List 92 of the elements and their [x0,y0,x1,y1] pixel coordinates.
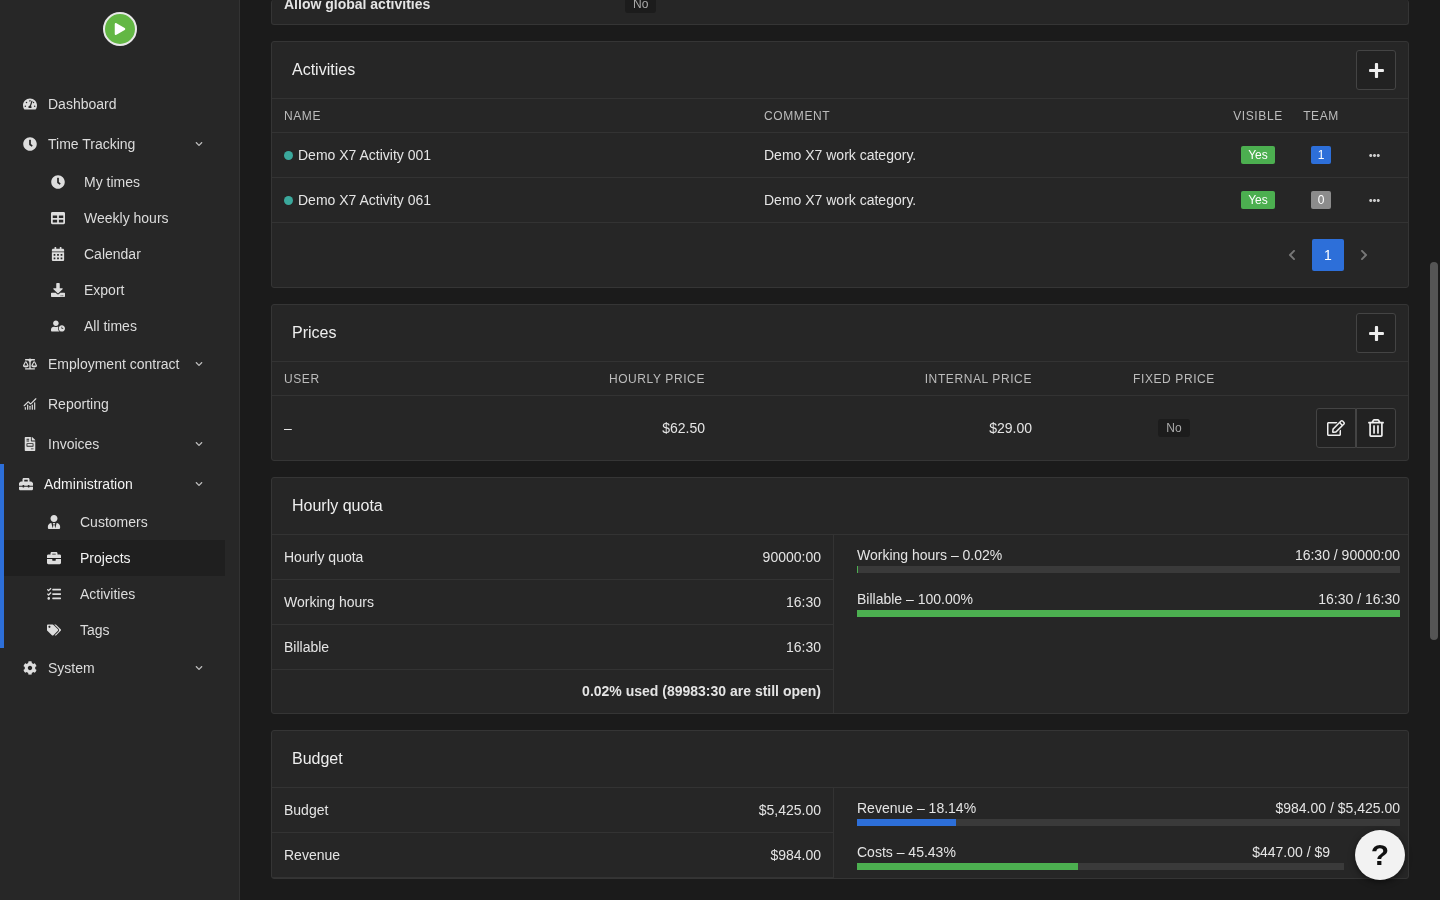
plus-icon [1367,61,1385,79]
bar-label: Costs – 45.43% [857,844,956,860]
sidebar-item[interactable]: Export [8,272,225,308]
row-label: Budget [284,802,329,818]
team-count-badge: 0 [1310,191,1332,209]
tags-icon [46,623,62,637]
team-count-badge: 1 [1310,146,1332,164]
sidebar-item[interactable]: Time Tracking [8,124,225,164]
plus-icon [1367,324,1385,342]
row-value: $984.00 [770,847,821,863]
bar-reading: $984.00 / $5,425.00 [1275,800,1400,816]
row-label: Billable [284,639,330,655]
visible-badge: Yes [1241,146,1275,164]
table-cell-text: – [284,420,293,436]
table-cell-text: $62.50 [661,420,705,436]
scales-icon [22,357,38,371]
document-icon [22,437,38,451]
column-header: INTERNAL PRICE [923,371,1032,386]
card-title: Activities [292,61,356,79]
grid-icon [50,211,66,225]
activity-name[interactable]: Demo X7 Activity 061 [298,192,432,208]
column-header: VISIBLE [1232,108,1284,123]
sidebar-item[interactable]: My times [8,164,225,200]
page-button[interactable]: 1 [1312,239,1344,271]
visible-badge: Yes [1241,191,1275,209]
column-header: TEAM [1302,108,1340,123]
column-header: FIXED PRICE [1132,371,1216,386]
card-title: Hourly quota [292,497,383,515]
sidebar-item[interactable]: Activities [4,576,225,612]
bar-reading: 16:30 / 90000:00 [1294,547,1400,563]
delete-button[interactable] [1356,408,1396,448]
trash-icon [1367,419,1385,437]
clock-icon [22,137,38,151]
row-value: 16:30 [785,594,821,610]
activity-name[interactable]: Demo X7 Activity 001 [298,147,432,163]
fixed-price-badge: No [1158,419,1190,437]
row-label: Revenue [284,847,341,863]
sidebar-item[interactable]: Administration [4,464,225,504]
chevron-icon[interactable] [195,664,203,672]
table-cell-text: Demo X7 work category. [764,192,918,208]
bar-reading: $447.00 / $9 [1252,844,1330,860]
card-title: Prices [292,324,337,342]
card-title: Budget [292,750,343,768]
sidebar-item[interactable]: Reporting [8,384,225,424]
settings-icon [22,661,38,675]
chevron-icon[interactable] [195,140,203,148]
chevron-icon[interactable] [195,440,203,448]
sidebar-item[interactable]: Customers [4,504,225,540]
sidebar-item[interactable]: System [8,648,225,688]
column-header: USER [284,371,321,386]
bar-reading: 16:30 / 16:30 [1318,591,1400,607]
toolbox-icon [18,477,34,491]
dashboard-icon [22,97,38,111]
user-clock-icon [50,319,66,333]
row-label: Working hours [284,594,374,610]
column-header: COMMENT [764,108,832,123]
usage-summary: 0.02% used (89983:30 are still open) [582,683,821,699]
sidebar-item[interactable]: Employment contract [8,344,225,384]
column-header: NAME [284,108,323,123]
scrollbar-thumb[interactable] [1430,262,1438,640]
add-button[interactable] [1356,313,1396,353]
sidebar-item[interactable]: Calendar [8,236,225,272]
briefcase-icon [46,551,62,565]
bar-label: Working hours – 0.02% [857,547,1003,563]
chevron-icon[interactable] [195,360,203,368]
sidebar-item[interactable]: All times [8,308,225,344]
table-cell-text: Demo X7 work category. [764,147,918,163]
clock-icon [50,175,66,189]
sidebar-item[interactable]: Weekly hours [8,200,225,236]
calendar-icon [50,247,66,261]
sidebar-item[interactable]: Tags [4,612,225,648]
chart-icon [22,397,38,411]
bar-label: Revenue – 18.14% [857,800,977,816]
bar-label: Billable – 100.00% [857,591,973,607]
row-value: 16:30 [785,639,821,655]
value-badge: No [625,0,657,13]
sidebar-item[interactable]: Invoices [8,424,225,464]
add-button[interactable] [1356,50,1396,90]
column-header: HOURLY PRICE [607,371,705,386]
edit-icon [1327,419,1345,437]
sidebar-item[interactable]: Projects [4,540,225,576]
user-icon [46,515,62,529]
row-label: Hourly quota [284,549,364,565]
table-cell-text: $29.00 [988,420,1032,436]
checklist-icon [46,587,62,601]
row-value: $5,425.00 [758,802,821,818]
chevron-icon[interactable] [195,480,203,488]
sidebar-item[interactable]: Dashboard [8,84,225,124]
logo-icon[interactable] [102,12,137,46]
download-icon [50,283,66,297]
edit-button[interactable] [1316,408,1356,448]
row-value: 90000:00 [762,549,821,565]
